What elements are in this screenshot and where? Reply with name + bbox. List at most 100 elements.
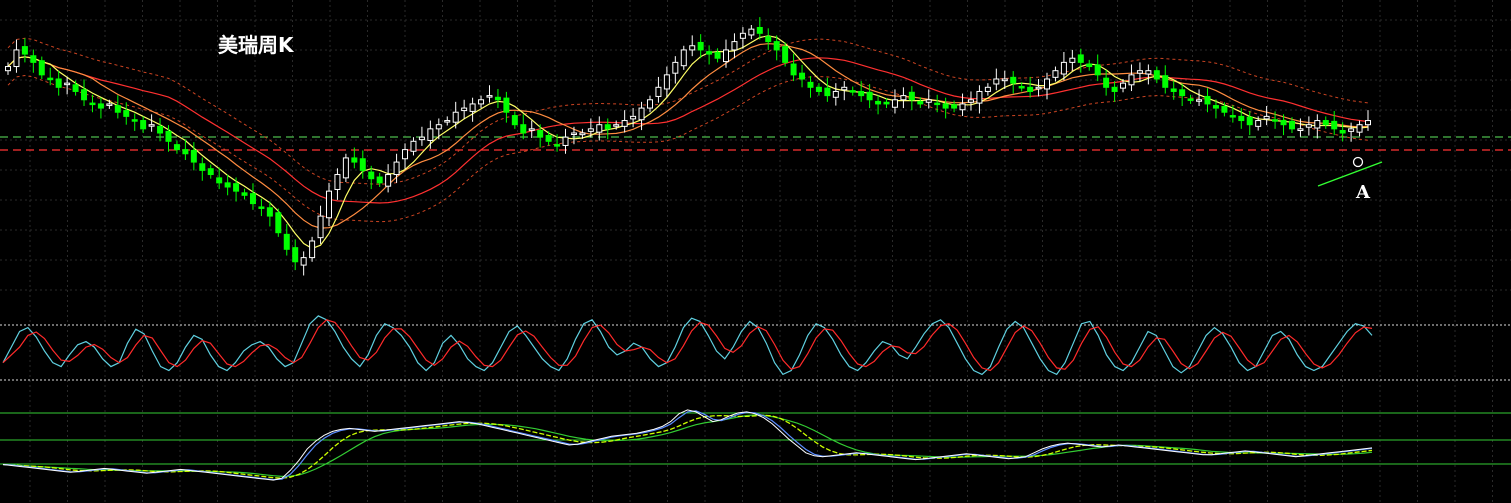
- candle-body: [1263, 115, 1270, 120]
- candle-body: [21, 46, 28, 55]
- candle-body: [984, 86, 991, 92]
- candle-body: [1018, 85, 1025, 89]
- candle-body: [748, 28, 755, 36]
- candle-body: [325, 190, 332, 219]
- candle-body: [47, 77, 54, 81]
- candle-body: [410, 140, 417, 152]
- candle-body: [1094, 64, 1101, 76]
- candle-body: [503, 97, 510, 113]
- candle-body: [1120, 82, 1127, 89]
- candle-body: [993, 78, 1000, 85]
- candle-body: [562, 136, 569, 146]
- candle-body: [275, 212, 282, 234]
- candle-body: [199, 163, 206, 171]
- candle-body: [72, 84, 79, 92]
- candle-body: [233, 183, 240, 192]
- candle-body: [1179, 89, 1186, 97]
- candle-body: [300, 257, 307, 266]
- candle-body: [182, 149, 189, 155]
- candle-body: [444, 120, 451, 123]
- candle-body: [858, 90, 865, 97]
- candle-body: [1086, 63, 1093, 68]
- candle-body: [630, 115, 637, 120]
- candle-body: [1331, 120, 1338, 130]
- candle-body: [207, 168, 214, 176]
- candle-body: [461, 107, 468, 112]
- candle-body: [554, 144, 561, 147]
- candle-body: [1280, 120, 1287, 126]
- candle-body: [1322, 120, 1329, 126]
- candle-body: [528, 128, 535, 131]
- candle-body: [680, 49, 687, 67]
- candle-body: [55, 78, 62, 88]
- candle-body: [579, 132, 586, 136]
- candle-body: [891, 99, 898, 108]
- candle-body: [1229, 115, 1236, 118]
- candle-body: [1297, 128, 1304, 132]
- candle-body: [478, 99, 485, 105]
- annotation-label: A: [1355, 182, 1371, 203]
- candle-body: [216, 177, 223, 184]
- chart-title: 美瑞周K: [218, 33, 295, 57]
- candle-body: [1027, 86, 1034, 92]
- candle-body: [1077, 54, 1084, 63]
- candle-body: [689, 45, 696, 51]
- candle-body: [1305, 124, 1312, 128]
- candle-body: [908, 91, 915, 101]
- candle-body: [1246, 116, 1253, 126]
- candle-body: [799, 72, 806, 80]
- candle-body: [663, 74, 670, 90]
- candle-body: [765, 36, 772, 43]
- candle-body: [224, 182, 231, 188]
- candle-body: [646, 99, 653, 109]
- candle-body: [1196, 99, 1203, 102]
- candle-body: [131, 119, 138, 122]
- candle-body: [782, 46, 789, 63]
- candle-body: [790, 63, 797, 76]
- candle-body: [1010, 76, 1017, 84]
- candle-body: [917, 100, 924, 105]
- candle-body: [418, 136, 425, 141]
- candle-body: [1001, 78, 1008, 82]
- candle-body: [114, 105, 121, 113]
- candle-body: [309, 240, 316, 259]
- candle-body: [385, 174, 392, 187]
- candle-body: [148, 124, 155, 127]
- candle-body: [427, 128, 434, 141]
- candle-body: [1365, 120, 1371, 126]
- candle-body: [292, 247, 299, 263]
- candle-body: [934, 102, 941, 106]
- candle-body: [1204, 95, 1211, 105]
- candle-body: [64, 82, 71, 86]
- candle-body: [756, 26, 763, 34]
- candle-body: [883, 101, 890, 105]
- candle-body: [30, 55, 37, 63]
- candle-body: [596, 124, 603, 133]
- candle-body: [900, 95, 907, 101]
- candle-body: [342, 157, 349, 179]
- candle-body: [317, 215, 324, 239]
- candle-body: [570, 132, 577, 135]
- candle-body: [165, 130, 172, 142]
- candle-body: [241, 192, 248, 196]
- candle-body: [545, 134, 552, 142]
- candle-body: [739, 32, 746, 39]
- candle-body: [773, 41, 780, 51]
- candle-body: [393, 161, 400, 176]
- candle-body: [140, 120, 147, 130]
- candle-body: [537, 130, 544, 138]
- candle-body: [866, 91, 873, 101]
- candle-body: [157, 125, 164, 134]
- candle-body: [173, 144, 180, 151]
- candle-body: [714, 51, 721, 59]
- candle-body: [1103, 77, 1110, 88]
- candle-body: [1035, 86, 1042, 90]
- candle-body: [942, 103, 949, 109]
- candle-body: [38, 60, 45, 76]
- candle-body: [723, 49, 730, 63]
- candle-body: [266, 207, 273, 217]
- candle-body: [376, 176, 383, 184]
- candle-body: [1060, 61, 1067, 75]
- candle-body: [1212, 105, 1219, 109]
- candle-body: [511, 115, 518, 126]
